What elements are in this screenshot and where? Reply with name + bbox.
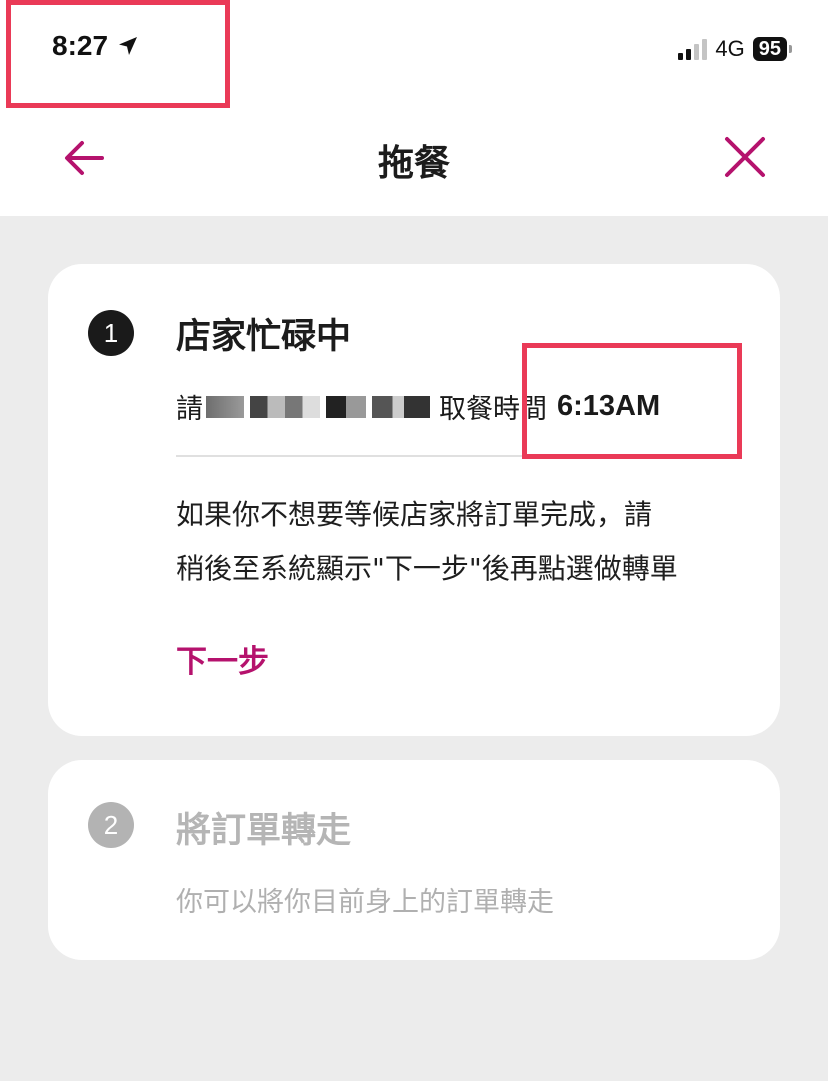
description-line-1: 如果你不想要等候店家將訂單完成，請 <box>176 498 653 531</box>
battery-level: 95 <box>752 37 787 61</box>
step-number-badge: 1 <box>88 310 134 356</box>
battery-icon: 95 <box>752 37 792 61</box>
step-card-transfer: 2 將訂單轉走 你可以將你目前身上的訂單轉走 <box>48 760 780 960</box>
redacted-text <box>372 395 430 418</box>
redacted-text <box>326 395 366 418</box>
close-icon[interactable] <box>720 132 770 182</box>
signal-icon <box>678 38 708 60</box>
page-title: 拖餐 <box>377 143 450 184</box>
step-card-busy: 1 店家忙碌中 請 取餐時間 6:13AM 如果你不想要等候店家將訂單完成，請 … <box>48 264 780 736</box>
highlight-box-time <box>6 0 230 108</box>
network-type: 4G <box>715 36 745 61</box>
description-line-2: 稍後至系統顯示"下一步"後再點選做轉單 <box>176 552 678 585</box>
redacted-text <box>250 395 320 418</box>
step-title: 將訂單轉走 <box>176 811 352 851</box>
next-step-link[interactable]: 下一步 <box>176 636 269 681</box>
wait-prefix: 請 <box>176 394 203 425</box>
step-title: 店家忙碌中 <box>176 317 352 357</box>
status-indicators: 4G 95 <box>678 36 792 62</box>
highlight-box-pickup <box>522 343 742 459</box>
step-description: 你可以將你目前身上的訂單轉走 <box>176 887 554 918</box>
step-number-badge: 2 <box>88 802 134 848</box>
header-area: 8:27 4G 95 拖餐 <box>0 0 828 216</box>
redacted-text <box>206 395 244 418</box>
step-description: 如果你不想要等候店家將訂單完成，請 稍後至系統顯示"下一步"後再點選做轉單 <box>176 488 756 596</box>
